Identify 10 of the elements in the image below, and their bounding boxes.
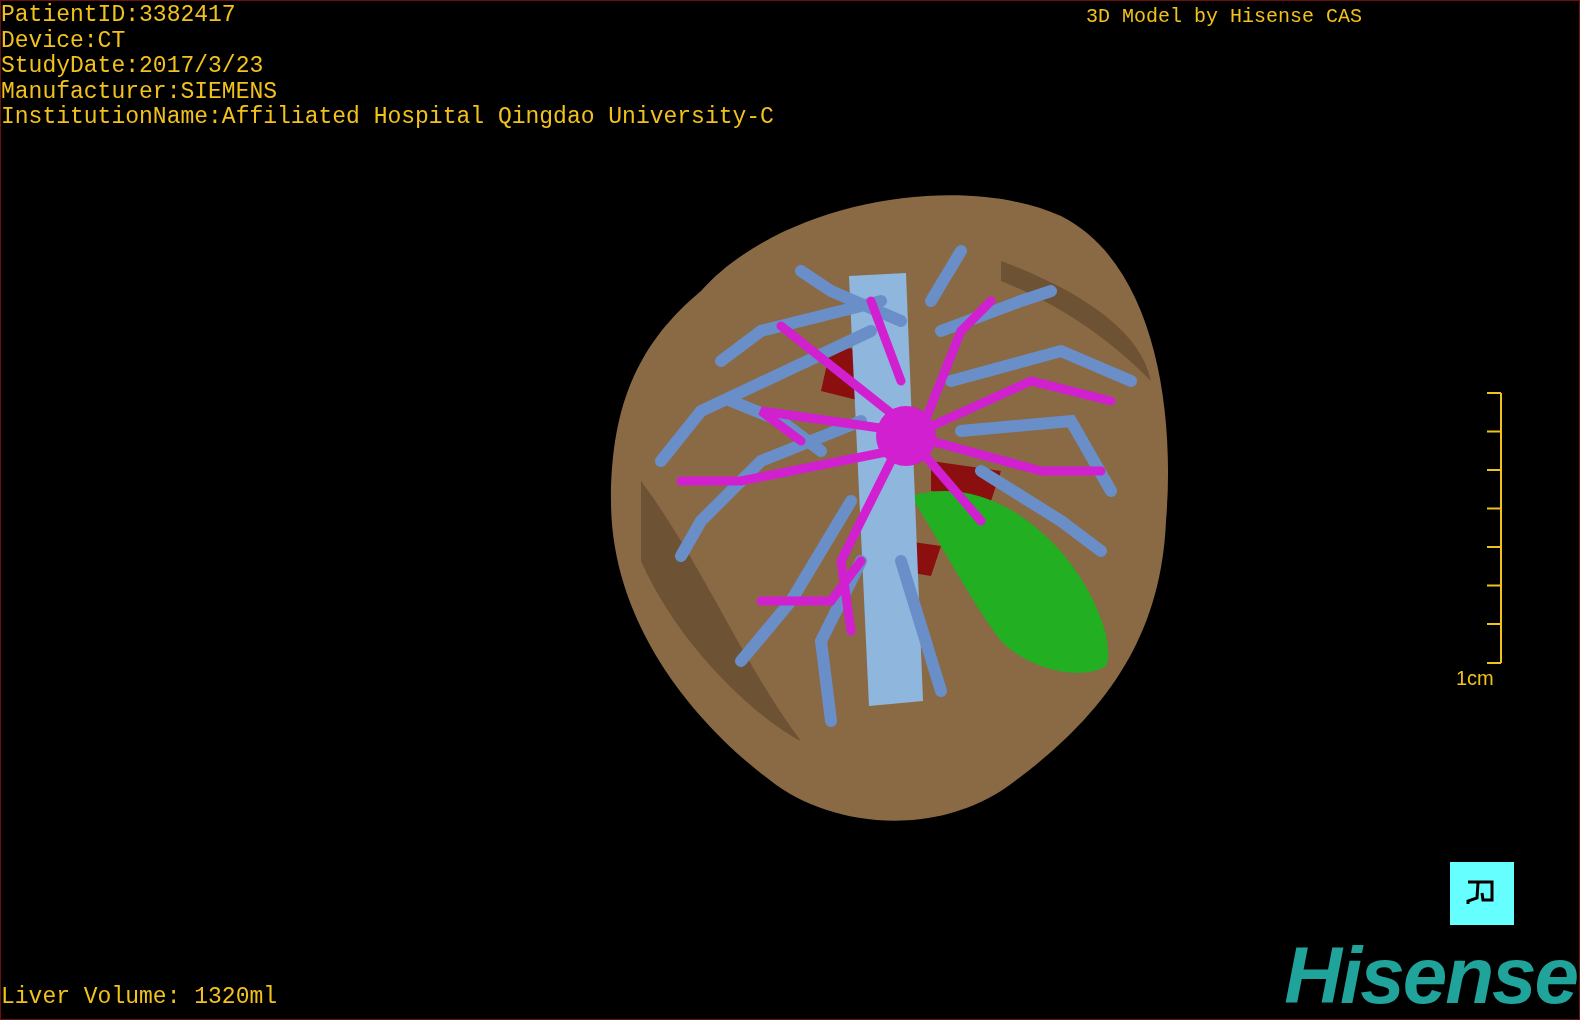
model-caption: 3D Model by Hisense CAS — [1086, 4, 1363, 30]
study-info-line: Manufacturer:SIEMENS — [1, 79, 279, 105]
orientation-button[interactable] — [1450, 862, 1514, 925]
study-info-line: PatientID:3382417 — [1, 3, 237, 29]
study-info-line: InstitutionName:Affiliated Hospital Qingdao University-C — [1, 105, 774, 131]
brand-logo: Hisense — [1284, 936, 1577, 1016]
scale-label: 1cm — [1456, 666, 1494, 690]
study-info-line: StudyDate:2017/3/23 — [1, 54, 265, 80]
liver-volume-text: Liver Volume: 1320ml — [1, 984, 278, 1010]
study-info-line: Device:CT — [1, 28, 127, 54]
